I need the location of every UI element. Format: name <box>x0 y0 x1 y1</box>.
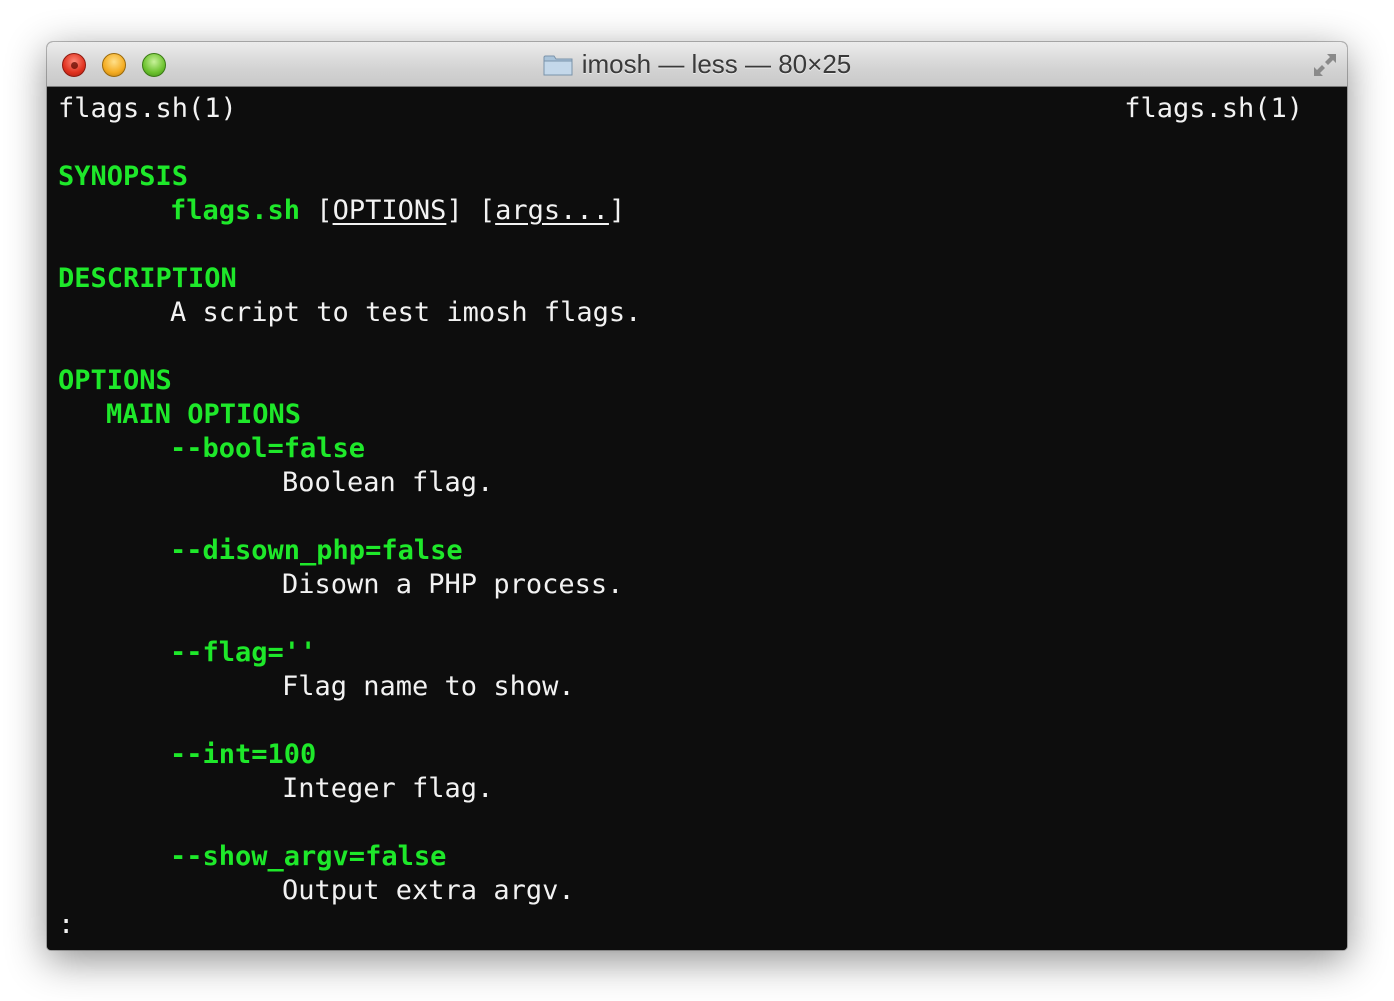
option-flag: --flag='' <box>170 637 317 668</box>
synopsis-options: OPTIONS <box>332 195 447 226</box>
fullscreen-arrows-icon[interactable] <box>1311 51 1339 79</box>
folder-icon <box>543 55 573 75</box>
less-prompt[interactable]: : <box>58 908 74 942</box>
options-heading: OPTIONS <box>58 365 172 396</box>
window-title-area: imosh — less — 80×25 <box>47 42 1347 87</box>
synopsis-command: flags.sh <box>170 195 301 226</box>
option-flag: --disown_php=false <box>170 535 463 566</box>
synopsis-bracket-close: ] <box>608 195 626 226</box>
synopsis-bracket-open: [ <box>300 195 333 226</box>
synopsis-bracket-close: ] <box>446 195 463 226</box>
synopsis-heading: SYNOPSIS <box>58 161 189 192</box>
man-header-right: flags.sh(1) <box>1124 93 1303 124</box>
synopsis-args: args... <box>495 195 609 226</box>
description-heading: DESCRIPTION <box>58 263 237 294</box>
man-header-left: flags.sh(1) <box>58 93 237 124</box>
option-description: Flag name to show. <box>282 671 575 702</box>
description-text: A script to test imosh flags. <box>170 297 642 328</box>
option-description: Boolean flag. <box>282 467 494 498</box>
terminal-window: imosh — less — 80×25 flags.sh(1) flags.s… <box>47 42 1347 950</box>
synopsis-bracket-open: [ <box>462 195 496 226</box>
terminal-content[interactable]: flags.sh(1) flags.sh(1) SYNOPSIS flags.s… <box>47 88 1347 950</box>
title-bar[interactable]: imosh — less — 80×25 <box>47 42 1347 87</box>
option-flag: --int=100 <box>170 739 317 770</box>
option-flag: --bool=false <box>170 433 366 464</box>
synopsis-line: flags.sh [OPTIONS] [args...] <box>170 194 625 228</box>
window-title: imosh — less — 80×25 <box>581 49 852 79</box>
option-description: Output extra argv. <box>282 875 575 906</box>
main-options-heading: MAIN OPTIONS <box>106 399 302 430</box>
option-description: Integer flag. <box>282 773 494 804</box>
option-description: Disown a PHP process. <box>282 569 624 600</box>
option-flag: --show_argv=false <box>170 841 447 872</box>
